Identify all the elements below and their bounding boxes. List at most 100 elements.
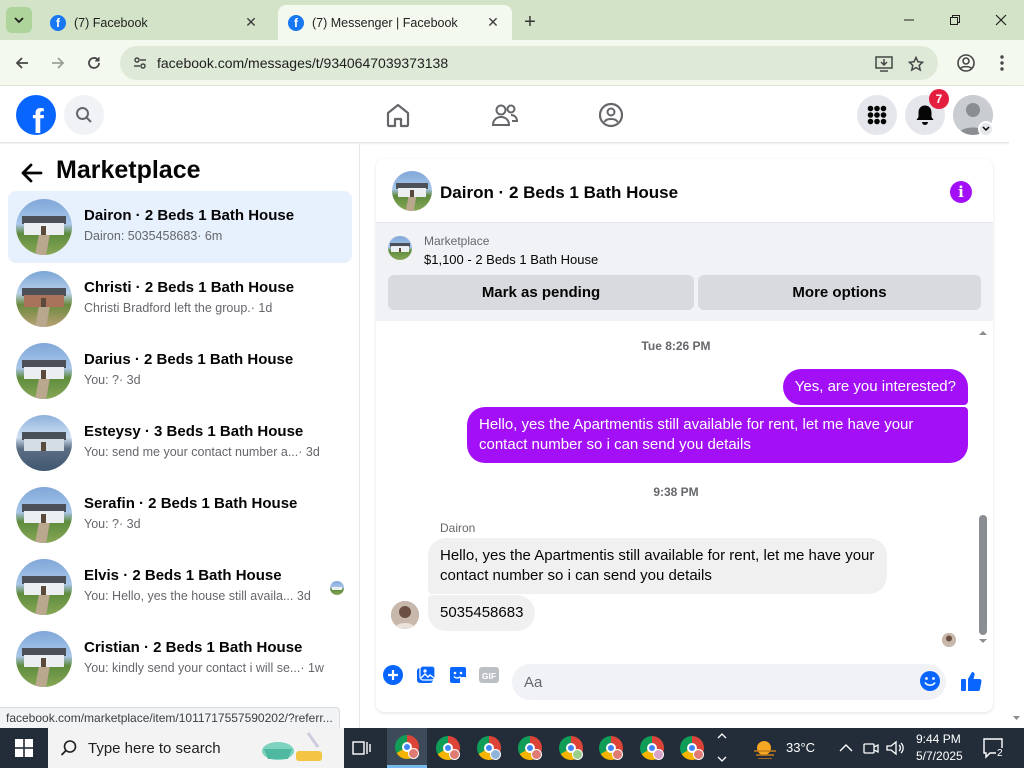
windows-logo-icon [15,739,33,757]
conversation-item[interactable]: Elvis · 2 Beds 1 Bath House You: Hello, … [8,551,352,623]
site-info-icon[interactable] [132,55,148,71]
more-actions-button[interactable] [382,664,404,686]
gif-button[interactable]: GIF [478,664,500,686]
scroll-up-icon[interactable] [976,327,990,337]
taskbar-search-box[interactable]: Type here to search [48,728,344,768]
tab-title: (7) Messenger | Facebook [312,15,458,30]
conversation-item[interactable]: Dairon · 2 Beds 1 Bath House Dairon: 503… [8,191,352,263]
weather-temperature[interactable]: 33°C [786,740,815,755]
back-arrow-icon[interactable] [20,161,44,185]
show-hidden-icons-icon[interactable] [839,743,853,753]
scroll-down-icon[interactable] [1009,713,1024,723]
restore-icon [950,15,960,25]
scroll-down-icon[interactable] [976,637,990,647]
chrome-taskbar-app[interactable] [591,728,631,768]
outgoing-message[interactable]: Yes, are you interested? [782,369,968,405]
bell-icon [916,105,934,125]
page-scrollbar[interactable] [1009,87,1024,728]
nav-groups[interactable] [595,99,627,131]
tab-messenger[interactable]: f (7) Messenger | Facebook ✕ [278,5,512,40]
sticker-button[interactable] [447,664,469,686]
more-options-button[interactable]: More options [698,275,981,310]
info-icon[interactable]: i [950,181,972,203]
meet-now-icon[interactable] [863,740,879,756]
weather-icon[interactable] [752,737,778,759]
preview-text: Christi Bradford left the group. [84,301,251,315]
clock-date[interactable]: 5/7/2025 [916,749,963,763]
conversation-preview: Dairon: 5035458683· 6m [84,229,222,243]
chrome-taskbar-app[interactable] [551,728,591,768]
chrome-icon [477,736,501,760]
chrome-taskbar-app[interactable] [672,728,712,768]
chrome-taskbar-app[interactable] [387,728,427,768]
conversation-name: Elvis · 2 Beds 1 Bath House [84,567,282,584]
mark-as-pending-button[interactable]: Mark as pending [388,275,694,310]
tab-facebook[interactable]: f (7) Facebook ✕ [40,5,270,40]
conversation-item[interactable]: Esteysy · 3 Beds 1 Bath House You: send … [8,407,352,479]
conversation-preview: Christi Bradford left the group.· 1d [84,301,272,315]
emoji-button[interactable] [919,670,941,692]
close-tab-icon[interactable]: ✕ [242,14,260,32]
forward-button[interactable] [46,51,70,75]
conversation-item[interactable]: Christi · 2 Beds 1 Bath House Christi Br… [8,263,352,335]
search-button[interactable] [64,95,104,135]
url-path: /messages/t/9340647039373138 [244,55,449,71]
message-input[interactable] [512,664,946,700]
chat-listing-thumbnail[interactable] [392,171,432,211]
bookmark-star-icon[interactable] [906,54,926,74]
taskbar-overflow-arrows-icon[interactable] [716,730,728,766]
chrome-taskbar-app[interactable] [469,728,509,768]
conversation-item[interactable]: Serafin · 2 Beds 1 Bath House You: ?· 3d [8,479,352,551]
conversation-item[interactable]: Darius · 2 Beds 1 Bath House You: ?· 3d [8,335,352,407]
attach-photo-button[interactable] [415,664,437,686]
chrome-taskbar-app[interactable] [632,728,672,768]
volume-icon[interactable] [886,740,904,756]
listing-thumbnail [16,343,72,399]
incoming-message[interactable]: Hello, yes the Apartmentis still availab… [428,538,887,594]
nav-home[interactable] [382,99,414,131]
task-view-button[interactable] [341,728,381,768]
reload-button[interactable] [82,51,106,75]
back-button[interactable] [10,51,34,75]
friends-icon [491,104,519,126]
chrome-taskbar-app[interactable] [428,728,468,768]
menu-button[interactable] [857,95,897,135]
conversation-name: Esteysy · 3 Beds 1 Bath House [84,423,304,440]
facebook-logo[interactable]: f [16,95,56,135]
restore-button[interactable] [932,6,978,34]
new-tab-button[interactable]: + [518,10,542,34]
listing-small-thumbnail[interactable] [388,236,412,260]
profile-button[interactable] [954,51,978,75]
thumbs-up-icon [961,672,982,692]
nav-friends[interactable] [489,99,521,131]
minimize-button[interactable] [886,6,932,34]
like-button[interactable] [959,668,985,694]
listing-banner: Marketplace $1,100 - 2 Beds 1 Bath House… [376,223,993,321]
outgoing-message[interactable]: Hello, yes the Apartmentis still availab… [467,407,968,463]
listing-thumbnail [16,199,72,255]
listing-title[interactable]: $1,100 - 2 Beds 1 Bath House [424,252,598,267]
scroll-thumb[interactable] [979,515,987,635]
chrome-taskbar-app[interactable] [510,728,550,768]
chrome-icon [640,736,664,760]
install-icon [875,56,893,72]
preview-time: · 6m [197,229,223,243]
account-chevron-icon[interactable] [978,121,994,137]
chat-title[interactable]: Dairon · 2 Beds 1 Bath House [440,183,678,203]
start-button[interactable] [0,728,48,768]
close-tab-icon[interactable]: ✕ [484,14,502,32]
close-window-button[interactable] [978,6,1024,34]
tab-search-button[interactable] [6,7,32,33]
browser-menu-button[interactable] [990,51,1014,75]
arrow-left-icon [15,57,28,69]
close-icon [995,14,1007,26]
clock-time[interactable]: 9:44 PM [916,732,961,746]
message-thread[interactable]: Tue 8:26 PM Yes, are you interested? Hel… [376,321,993,651]
incoming-message[interactable]: 5035458683 [428,595,536,631]
conversation-item[interactable]: Cristian · 2 Beds 1 Bath House You: kind… [8,623,352,695]
link-status-bar: facebook.com/marketplace/item/1011717557… [0,707,340,728]
address-bar[interactable]: facebook.com/messages/t/9340647039373138 [120,46,938,80]
sender-avatar[interactable] [391,601,419,629]
chrome-icon [559,736,583,760]
install-app-icon[interactable] [874,54,894,74]
